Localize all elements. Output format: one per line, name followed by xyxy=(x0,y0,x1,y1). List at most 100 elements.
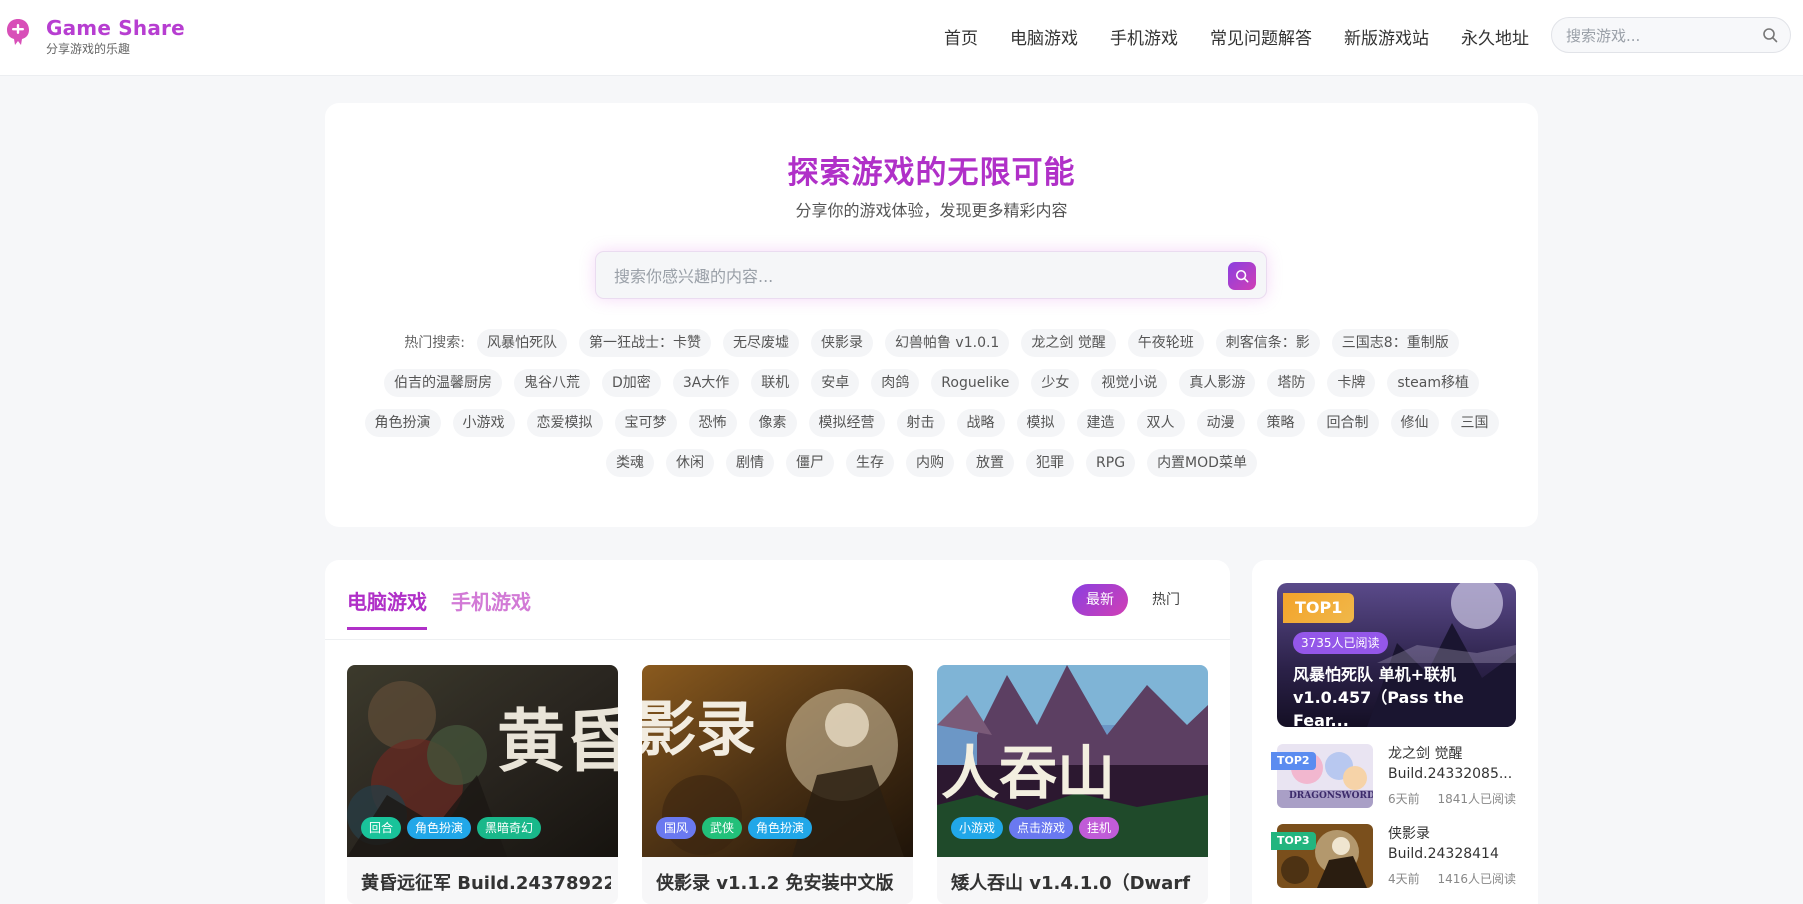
hot-search-tag[interactable]: D加密 xyxy=(602,369,661,397)
hot-search-tag[interactable]: 内置MOD菜单 xyxy=(1147,449,1257,477)
search-icon xyxy=(1235,269,1249,283)
nav-permanent-address[interactable]: 永久地址 xyxy=(1461,24,1529,49)
hot-search-tag[interactable]: 动漫 xyxy=(1196,409,1245,437)
hot-search-tag[interactable]: 侠影录 xyxy=(810,329,873,357)
game-tag-badge[interactable]: 国风 xyxy=(656,817,697,839)
hot-search-tag[interactable]: 修仙 xyxy=(1390,409,1439,437)
hot-search-tag[interactable]: 战略 xyxy=(956,409,1005,437)
ranking-item-reads: 1841人已阅读 xyxy=(1437,792,1516,806)
top1-read-count: 3735人已阅读 xyxy=(1293,632,1388,654)
nav-home[interactable]: 首页 xyxy=(944,24,978,49)
hot-search-tag[interactable]: 犯罪 xyxy=(1026,449,1075,477)
hero-search-button[interactable] xyxy=(1228,262,1256,290)
hot-search-tag[interactable]: 类魂 xyxy=(606,449,655,477)
hot-search-tag[interactable]: RPG xyxy=(1086,449,1136,477)
hot-search-tag[interactable]: 三国 xyxy=(1450,409,1499,437)
game-tag-badge[interactable]: 武侠 xyxy=(702,817,743,839)
hot-search-tag[interactable]: 肉鸽 xyxy=(871,369,920,397)
game-tag-badge[interactable]: 点击游戏 xyxy=(1009,817,1074,839)
hot-search-tag[interactable]: 剧情 xyxy=(726,449,775,477)
game-tag-badge[interactable]: 黑暗奇幻 xyxy=(477,817,542,839)
game-tag-badge[interactable]: 角色扮演 xyxy=(748,817,813,839)
nav-new-site[interactable]: 新版游戏站 xyxy=(1344,24,1429,49)
tab-pc-games[interactable]: 电脑游戏 xyxy=(347,586,427,630)
hero-search-input[interactable] xyxy=(614,264,1204,288)
nav-mobile-games[interactable]: 手机游戏 xyxy=(1110,24,1178,49)
hot-search-tag[interactable]: 回合制 xyxy=(1316,409,1379,437)
game-card[interactable]: 人吞山 小游戏 点击游戏 挂机 矮人吞山 v1.4.1.0（Dwarf xyxy=(937,665,1208,904)
hot-search-tag[interactable]: 少女 xyxy=(1031,369,1080,397)
sort-latest-button[interactable]: 最新 xyxy=(1072,584,1128,616)
game-card[interactable]: 黄昏 回合 角色扮演 黑暗奇幻 黄昏远征军 Build.24378922 xyxy=(347,665,618,904)
hot-search-tag[interactable]: 模拟 xyxy=(1016,409,1065,437)
game-card[interactable]: 影录 国风 武侠 角色扮演 侠影录 v1.1.2 免安装中文版 xyxy=(642,665,913,904)
hot-search-tag[interactable]: 射击 xyxy=(896,409,945,437)
hot-search-tag[interactable]: 龙之剑 觉醒 xyxy=(1021,329,1116,357)
hot-search-tag[interactable]: 伯吉的温馨厨房 xyxy=(384,369,503,397)
ranking-item-top2[interactable]: DRAGONSWORD TOP2 龙之剑 觉醒 Build.24332085..… xyxy=(1271,744,1516,810)
hot-search-tag[interactable]: 鬼谷八荒 xyxy=(514,369,591,397)
hot-search-tag[interactable]: 午夜轮班 xyxy=(1127,329,1204,357)
top2-badge: TOP2 xyxy=(1271,752,1316,770)
top1-title[interactable]: 风暴怕死队 单机+联机 v1.0.457（Pass the Fear... xyxy=(1293,663,1508,727)
hot-search-tag[interactable]: 内购 xyxy=(906,449,955,477)
hot-search-tag[interactable]: 三国志8：重制版 xyxy=(1331,329,1459,357)
game-tag-badge[interactable]: 回合 xyxy=(361,817,402,839)
hot-search-tag[interactable]: 放置 xyxy=(966,449,1015,477)
hot-search-tag[interactable]: 联机 xyxy=(751,369,800,397)
hot-search-tag[interactable]: 双人 xyxy=(1136,409,1185,437)
search-icon[interactable] xyxy=(1762,27,1778,43)
hot-search-tag[interactable]: 生存 xyxy=(846,449,895,477)
hot-search-tag[interactable]: 安卓 xyxy=(811,369,860,397)
hot-search-tag[interactable]: 建造 xyxy=(1076,409,1125,437)
hot-search-tag[interactable]: 塔防 xyxy=(1267,369,1316,397)
nav-pc-games[interactable]: 电脑游戏 xyxy=(1010,24,1078,49)
sort-hot-button[interactable]: 热门 xyxy=(1138,584,1194,616)
hot-search-tag[interactable]: 幻兽帕鲁 v1.0.1 xyxy=(884,329,1010,357)
hot-search-tag[interactable]: 模拟经营 xyxy=(808,409,885,437)
hot-search-tag[interactable]: 像素 xyxy=(748,409,797,437)
top3-badge: TOP3 xyxy=(1271,832,1316,850)
game-tag-badge[interactable]: 挂机 xyxy=(1079,817,1120,839)
cover-title-text: 人吞山 xyxy=(941,739,1115,807)
game-card-tags: 国风 武侠 角色扮演 xyxy=(656,817,813,839)
hot-search-tag[interactable]: 无尽废墟 xyxy=(722,329,799,357)
category-tabs: 电脑游戏 手机游戏 xyxy=(347,586,531,630)
hot-search-tag[interactable]: 小游戏 xyxy=(452,409,515,437)
hero-title: 探索游戏的无限可能 xyxy=(787,155,1076,191)
hot-search-tag[interactable]: 角色扮演 xyxy=(364,409,441,437)
tab-mobile-games[interactable]: 手机游戏 xyxy=(451,586,531,630)
hot-search-tag[interactable]: 视觉小说 xyxy=(1091,369,1168,397)
hot-search-tag[interactable]: 刺客信条：影 xyxy=(1215,329,1320,357)
hot-search-tag[interactable]: 真人影游 xyxy=(1179,369,1256,397)
hot-search-tag[interactable]: 恋爱模拟 xyxy=(526,409,603,437)
hot-search-tag[interactable]: steam移植 xyxy=(1387,369,1479,397)
ranking-top1-card[interactable]: TOP1 3735人已阅读 风暴怕死队 单机+联机 v1.0.457（Pass … xyxy=(1277,583,1516,727)
nav-faq[interactable]: 常见问题解答 xyxy=(1210,24,1312,49)
game-tag-badge[interactable]: 角色扮演 xyxy=(407,817,472,839)
game-list-panel: 电脑游戏 手机游戏 最新 热门 黄昏 回合 角色扮演 黑暗奇幻 黄昏远征军 Bu… xyxy=(325,560,1230,904)
ranking-item-title[interactable]: 龙之剑 觉醒 Build.24332085... xyxy=(1388,744,1516,784)
game-card-title[interactable]: 侠影录 v1.1.2 免安装中文版 xyxy=(656,869,906,895)
hot-search-tag[interactable]: 策略 xyxy=(1256,409,1305,437)
game-tag-badge[interactable]: 小游戏 xyxy=(951,817,1004,839)
ranking-item-title[interactable]: 侠影录 Build.24328414 ... xyxy=(1388,824,1516,864)
game-card-title[interactable]: 黄昏远征军 Build.24378922 xyxy=(361,869,611,895)
hot-search-tag[interactable]: 休闲 xyxy=(666,449,715,477)
hot-search-tag[interactable]: 3A大作 xyxy=(672,369,740,397)
hot-search-tag[interactable]: 恐怖 xyxy=(688,409,737,437)
header-search-input[interactable] xyxy=(1566,24,1756,48)
game-share-logo-icon[interactable] xyxy=(6,18,30,46)
hot-search-tag[interactable]: 宝可梦 xyxy=(614,409,677,437)
game-card-title[interactable]: 矮人吞山 v1.4.1.0（Dwarf xyxy=(951,869,1201,895)
hot-search-tag[interactable]: Roguelike xyxy=(931,369,1020,397)
hot-search-tag[interactable]: 第一狂战士：卡赞 xyxy=(578,329,711,357)
cover-title-text: 影录 xyxy=(642,695,756,765)
hot-search-tag[interactable]: 僵尸 xyxy=(786,449,835,477)
hot-search-tag[interactable]: 风暴怕死队 xyxy=(476,329,567,357)
ranking-item-reads: 1416人已阅读 xyxy=(1437,872,1516,886)
brand-name[interactable]: Game Share xyxy=(46,16,185,40)
hot-search-tag[interactable]: 卡牌 xyxy=(1327,369,1376,397)
ranking-item-top3[interactable]: TOP3 侠影录 Build.24328414 ... 4天前 1416人已阅读 xyxy=(1271,824,1516,890)
header-search-box xyxy=(1551,17,1791,53)
